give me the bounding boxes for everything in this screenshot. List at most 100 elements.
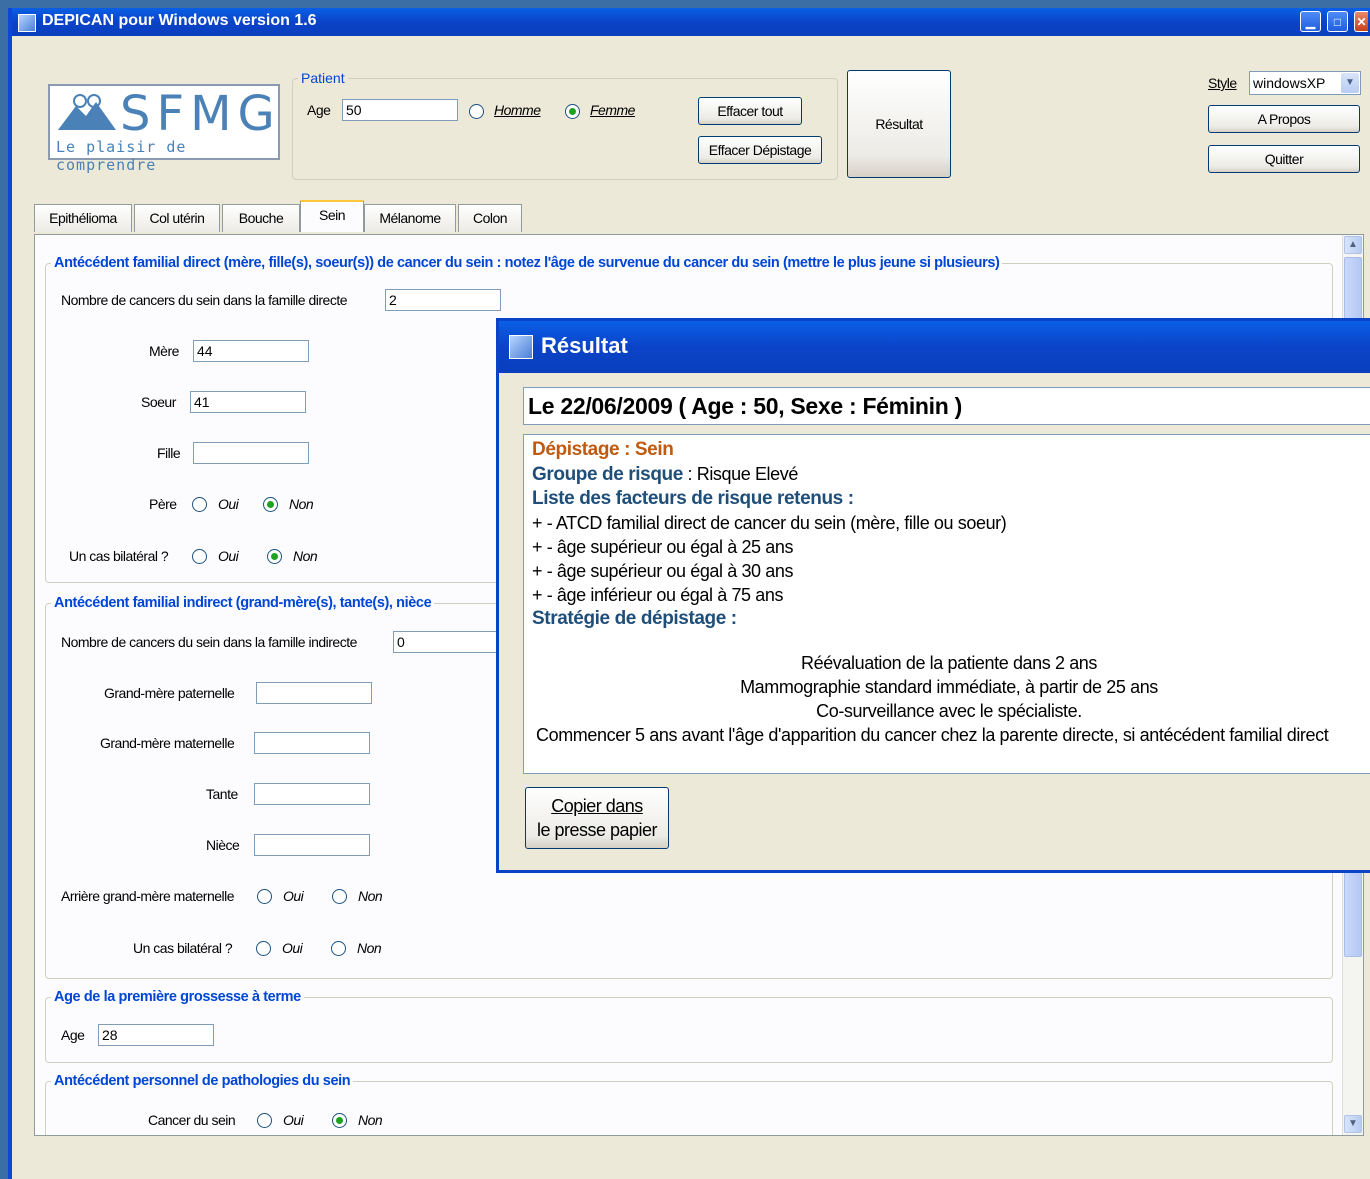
factor-4: + - âge inférieur ou égal à 75 ans (532, 585, 784, 605)
cancer-oui-radio[interactable] (257, 1113, 272, 1128)
indirect-count-label: Nombre de cancers du sein dans la famill… (61, 634, 357, 650)
indirect-bilateral-oui-label: Oui (282, 940, 303, 956)
pere-non-radio[interactable] (263, 497, 278, 512)
result-text-box[interactable]: Dépistage : Sein Groupe de risque : Risq… (523, 434, 1370, 774)
arriere-non-radio[interactable] (332, 889, 347, 904)
grossesse-age-input[interactable]: 28 (98, 1024, 214, 1046)
pere-label: Père (149, 496, 177, 512)
factor-1: + - ATCD familial direct de cancer du se… (532, 513, 1007, 533)
direct-count-input[interactable]: 2 (385, 289, 501, 311)
arriere-non-label: Non (358, 888, 383, 904)
window-title: DEPICAN pour Windows version 1.6 (42, 12, 317, 29)
dialog-app-icon (509, 335, 533, 359)
personnel-header: Antécédent personnel de pathologies du s… (54, 1073, 351, 1089)
style-value: windowsXP (1253, 75, 1326, 91)
result-date-line: Le 22/06/2009 ( Age : 50, Sexe : Féminin… (523, 387, 1370, 425)
direct-bilateral-non-label: Non (293, 548, 318, 564)
app-icon (18, 14, 36, 32)
tab-colon[interactable]: Colon (458, 204, 522, 232)
tab-sein[interactable]: Sein (300, 200, 364, 232)
dialog-title-bar[interactable]: Résultat (499, 321, 1370, 373)
homme-label: Homme (494, 102, 541, 118)
factor-2: + - âge supérieur ou égal à 25 ans (532, 537, 794, 557)
title-bar[interactable]: DEPICAN pour Windows version 1.6 ▁ □ ✕ (12, 8, 1370, 36)
fille-label: Fille (157, 445, 181, 461)
grossesse-group: Age de la première grossesse à terme (45, 989, 1333, 1063)
tab-epithelioma[interactable]: Epithélioma (34, 204, 132, 232)
niece-label: Nièce (206, 837, 240, 853)
indirect-bilateral-label: Un cas bilatéral ? (133, 940, 233, 956)
indirect-count-input[interactable]: 0 (393, 631, 509, 653)
age-input[interactable]: 50 (342, 99, 458, 121)
strategy-4: Commencer 5 ans avant l'âge d'apparition… (536, 725, 1329, 745)
copy-line-2: le presse papier (536, 820, 658, 840)
a-propos-button[interactable]: A Propos (1208, 105, 1360, 133)
resultat-button[interactable]: Résultat (847, 70, 951, 178)
mere-input[interactable]: 44 (193, 340, 309, 362)
strategie-heading: Stratégie de dépistage : (532, 608, 737, 629)
gm-maternelle-input[interactable] (254, 732, 370, 754)
arriere-oui-label: Oui (283, 888, 304, 904)
arriere-oui-radio[interactable] (257, 889, 272, 904)
pere-oui-label: Oui (218, 496, 239, 512)
logo-tagline: Le plaisir de comprendre (56, 138, 187, 174)
copy-line-1: Copier dans (551, 796, 643, 816)
copy-clipboard-button[interactable]: Copier dans le presse papier (525, 787, 669, 849)
effacer-tout-button[interactable]: Effacer tout (698, 97, 802, 125)
groupe-line: Groupe de risque : Risque Elevé (532, 464, 798, 486)
direct-header: Antécédent familial direct (mère, fille(… (54, 255, 1000, 271)
cancer-non-radio[interactable] (332, 1113, 347, 1128)
style-label: Style (1208, 75, 1237, 91)
maximize-icon[interactable]: □ (1327, 11, 1348, 32)
indirect-bilateral-non-label: Non (357, 940, 382, 956)
fille-input[interactable] (193, 442, 309, 464)
close-icon[interactable]: ✕ (1354, 11, 1368, 32)
grossesse-age-label: Age (61, 1027, 85, 1043)
effacer-depistage-button[interactable]: Effacer Dépistage (698, 136, 822, 164)
sfmg-logo: SFMG Le plaisir de comprendre (48, 84, 281, 174)
style-select[interactable]: windowsXP ▼ (1249, 71, 1361, 95)
direct-bilateral-oui-label: Oui (218, 548, 239, 564)
homme-radio[interactable] (469, 104, 484, 119)
patient-legend: Patient (301, 70, 345, 86)
direct-bilateral-label: Un cas bilatéral ? (69, 548, 169, 564)
resultat-dialog: Résultat Le 22/06/2009 ( Age : 50, Sexe … (496, 318, 1370, 873)
niece-input[interactable] (254, 834, 370, 856)
pere-oui-radio[interactable] (192, 497, 207, 512)
gm-maternelle-label: Grand-mère maternelle (100, 735, 235, 751)
soeur-label: Soeur (141, 394, 176, 410)
owl-logo-icon (58, 94, 116, 130)
soeur-input[interactable]: 41 (190, 391, 306, 413)
logo-brand: SFMG (120, 86, 281, 142)
strategy-3: Co-surveillance avec le spécialiste. (816, 701, 1082, 721)
tab-col-uterin[interactable]: Col utérin (134, 204, 220, 232)
factor-3: + - âge supérieur ou égal à 30 ans (532, 561, 794, 581)
indirect-bilateral-non-radio[interactable] (331, 941, 346, 956)
femme-label: Femme (590, 102, 635, 118)
femme-radio[interactable] (565, 104, 580, 119)
direct-bilateral-oui-radio[interactable] (192, 549, 207, 564)
cancer-non-label: Non (358, 1112, 383, 1128)
age-label: Age (307, 102, 331, 118)
pere-non-label: Non (289, 496, 314, 512)
minimize-icon[interactable]: ▁ (1300, 11, 1321, 32)
quitter-button[interactable]: Quitter (1208, 145, 1360, 173)
grossesse-header: Age de la première grossesse à terme (54, 989, 301, 1005)
chevron-down-icon[interactable]: ▼ (1341, 73, 1359, 93)
strategy-2: Mammographie standard immédiate, à parti… (740, 677, 1158, 697)
indirect-bilateral-oui-radio[interactable] (256, 941, 271, 956)
tab-bouche[interactable]: Bouche (222, 204, 300, 232)
groupe-value: : Risque Elevé (682, 464, 799, 484)
direct-bilateral-non-radio[interactable] (267, 549, 282, 564)
direct-count-label: Nombre de cancers du sein dans la famill… (61, 292, 348, 308)
dialog-title: Résultat (541, 333, 628, 358)
tab-melanome[interactable]: Mélanome (364, 204, 456, 232)
scroll-up-icon[interactable]: ▲ (1344, 236, 1362, 254)
gm-paternelle-label: Grand-mère paternelle (104, 685, 235, 701)
strategy-1: Réévaluation de la patiente dans 2 ans (800, 653, 1098, 673)
scroll-down-icon[interactable]: ▼ (1344, 1115, 1362, 1133)
depistage-heading: Dépistage : Sein (532, 439, 674, 460)
gm-paternelle-input[interactable] (256, 682, 372, 704)
tante-input[interactable] (254, 783, 370, 805)
mere-label: Mère (149, 343, 179, 359)
